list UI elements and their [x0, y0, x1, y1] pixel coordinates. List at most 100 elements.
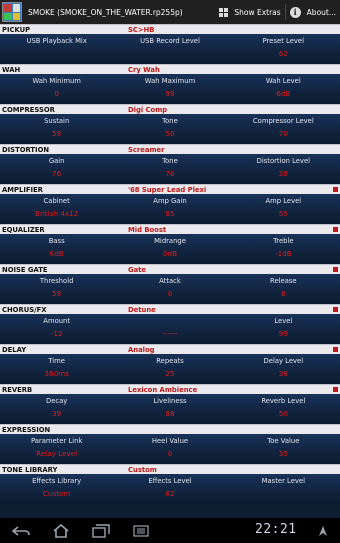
param-label: Time	[48, 357, 65, 365]
section-effect-type[interactable]: Mid Boost	[128, 226, 166, 234]
param-cell[interactable]: Distortion Level 38	[227, 154, 340, 184]
section-header[interactable]: TONE LIBRARY Custom	[0, 464, 340, 474]
param-label: Distortion Level	[256, 157, 311, 165]
section-header[interactable]: PICKUP SC>HB	[0, 24, 340, 34]
param-cell[interactable]: Treble -1dB	[227, 234, 340, 264]
section-header[interactable]: WAH Cry Wah	[0, 64, 340, 74]
param-cell[interactable]: Master Level	[227, 474, 340, 504]
section-effect-type[interactable]: Custom	[128, 466, 157, 474]
section-effect-type[interactable]: Analog	[128, 346, 155, 354]
section-header[interactable]: NOISE GATE Gate	[0, 264, 340, 274]
section-header[interactable]: REVERB Lexicon Ambience	[0, 384, 340, 394]
param-cell[interactable]: USB Playback Mix	[0, 34, 113, 64]
param-label: Sustain	[44, 117, 70, 125]
param-cell[interactable]: Tone 50	[113, 114, 226, 144]
param-cell[interactable]: Cabinet British 4x12	[0, 194, 113, 224]
param-label: Bass	[48, 237, 65, 245]
param-cell[interactable]: Toe Value 35	[227, 434, 340, 464]
about-label: About...	[306, 7, 336, 17]
param-cell[interactable]: Preset Level 62	[227, 34, 340, 64]
param-cell[interactable]: Parameter Link Relay Level	[0, 434, 113, 464]
param-cell[interactable]: ------	[113, 314, 226, 344]
param-value: British 4x12	[35, 209, 79, 218]
param-cell[interactable]: Sustain 58	[0, 114, 113, 144]
param-cell[interactable]: Decay 39	[0, 394, 113, 424]
section-effect-type[interactable]: '68 Super Lead Plexi	[128, 186, 206, 194]
about-button[interactable]: i About...	[286, 0, 340, 24]
param-cell[interactable]: Midrange 0dB	[113, 234, 226, 264]
section-effect-type[interactable]: Cry Wah	[128, 66, 160, 74]
section-effect-type[interactable]: Digi Comp	[128, 106, 167, 114]
recent-apps-icon	[92, 523, 110, 538]
section-effect-type[interactable]: Screamer	[128, 146, 165, 154]
param-cell[interactable]: Wah Level 6dB	[227, 74, 340, 104]
param-label: Level	[274, 317, 293, 325]
param-label: Reverb Level	[261, 397, 306, 405]
param-value: 0	[167, 289, 173, 298]
section-params: Sustain 58 Tone 50 Compressor Level 70	[0, 114, 340, 144]
param-cell[interactable]: Tone 76	[113, 154, 226, 184]
param-cell[interactable]: Wah Maximum 99	[113, 74, 226, 104]
show-extras-button[interactable]: Show Extras	[215, 0, 284, 24]
param-label: Wah Minimum	[32, 77, 81, 85]
param-value: 76	[165, 169, 175, 178]
section-effect-type[interactable]: Gate	[128, 266, 146, 274]
notification-icon[interactable]	[318, 525, 328, 537]
param-cell[interactable]: Release 8	[227, 274, 340, 304]
home-button[interactable]	[48, 518, 74, 543]
section-header[interactable]: EXPRESSION	[0, 424, 340, 434]
param-cell[interactable]: Threshold 58	[0, 274, 113, 304]
param-label: Threshold	[39, 277, 74, 285]
section-header[interactable]: COMPRESSOR Digi Comp	[0, 104, 340, 114]
param-cell[interactable]: Compressor Level 70	[227, 114, 340, 144]
section-header[interactable]: CHORUS/FX Detune	[0, 304, 340, 314]
back-button[interactable]	[8, 518, 34, 543]
param-cell[interactable]: USB Record Level	[113, 34, 226, 64]
param-cell[interactable]: Effects Level 62	[113, 474, 226, 504]
section-header[interactable]: AMPLIFIER '68 Super Lead Plexi	[0, 184, 340, 194]
param-cell[interactable]: Wah Minimum 0	[0, 74, 113, 104]
back-icon	[12, 525, 30, 536]
effect-enabled-indicator	[333, 267, 338, 272]
section-name: NOISE GATE	[2, 265, 48, 274]
param-cell[interactable]: Effects Library Custom	[0, 474, 113, 504]
recent-apps-button[interactable]	[88, 518, 114, 543]
param-cell[interactable]: Amp Level 55	[227, 194, 340, 224]
section-name: WAH	[2, 65, 21, 74]
param-cell[interactable]: Repeats 25	[113, 354, 226, 384]
param-cell[interactable]: Amp Gain 85	[113, 194, 226, 224]
section-params: Time 360ms Repeats 25 Delay Level 36	[0, 354, 340, 384]
section-header[interactable]: DELAY Analog	[0, 344, 340, 354]
param-value: 85	[165, 209, 175, 218]
param-cell[interactable]: Delay Level 36	[227, 354, 340, 384]
param-cell[interactable]: Attack 0	[113, 274, 226, 304]
param-cell[interactable]: Liveliness 88	[113, 394, 226, 424]
section-effect-type[interactable]: SC>HB	[128, 26, 154, 34]
section-params: Cabinet British 4x12 Amp Gain 85 Amp Level 55	[0, 194, 340, 224]
param-cell[interactable]: Level 99	[227, 314, 340, 344]
section-name: REVERB	[2, 385, 33, 394]
param-cell[interactable]: Time 360ms	[0, 354, 113, 384]
param-cell[interactable]: Reverb Level 50	[227, 394, 340, 424]
param-label: Attack	[159, 277, 181, 285]
clock: 22:21	[255, 522, 297, 537]
action-bar: SMOKE (SMOKE_ON_THE_WATER.rp255p) Show E…	[0, 0, 340, 24]
system-bar: 22:21	[0, 518, 340, 543]
param-cell[interactable]: Bass 6dB	[0, 234, 113, 264]
section-effect-type[interactable]: Lexicon Ambience	[128, 386, 197, 394]
param-value: Custom	[42, 489, 71, 498]
param-cell[interactable]: Amount -12	[0, 314, 113, 344]
param-label: Parameter Link	[30, 437, 83, 445]
param-cell[interactable]: Heel Value 0	[113, 434, 226, 464]
param-value: 6dB	[49, 249, 64, 258]
menu-button[interactable]	[128, 518, 154, 543]
section-header[interactable]: DISTORTION Screamer	[0, 144, 340, 154]
effect-enabled-indicator	[333, 307, 338, 312]
param-cell[interactable]: Gain 76	[0, 154, 113, 184]
effect-enabled-indicator	[333, 347, 338, 352]
param-value: 55	[278, 209, 288, 218]
param-label: Treble	[273, 237, 294, 245]
param-label: Effects Library	[32, 477, 82, 485]
section-header[interactable]: EQUALIZER Mid Boost	[0, 224, 340, 234]
section-effect-type[interactable]: Detune	[128, 306, 156, 314]
